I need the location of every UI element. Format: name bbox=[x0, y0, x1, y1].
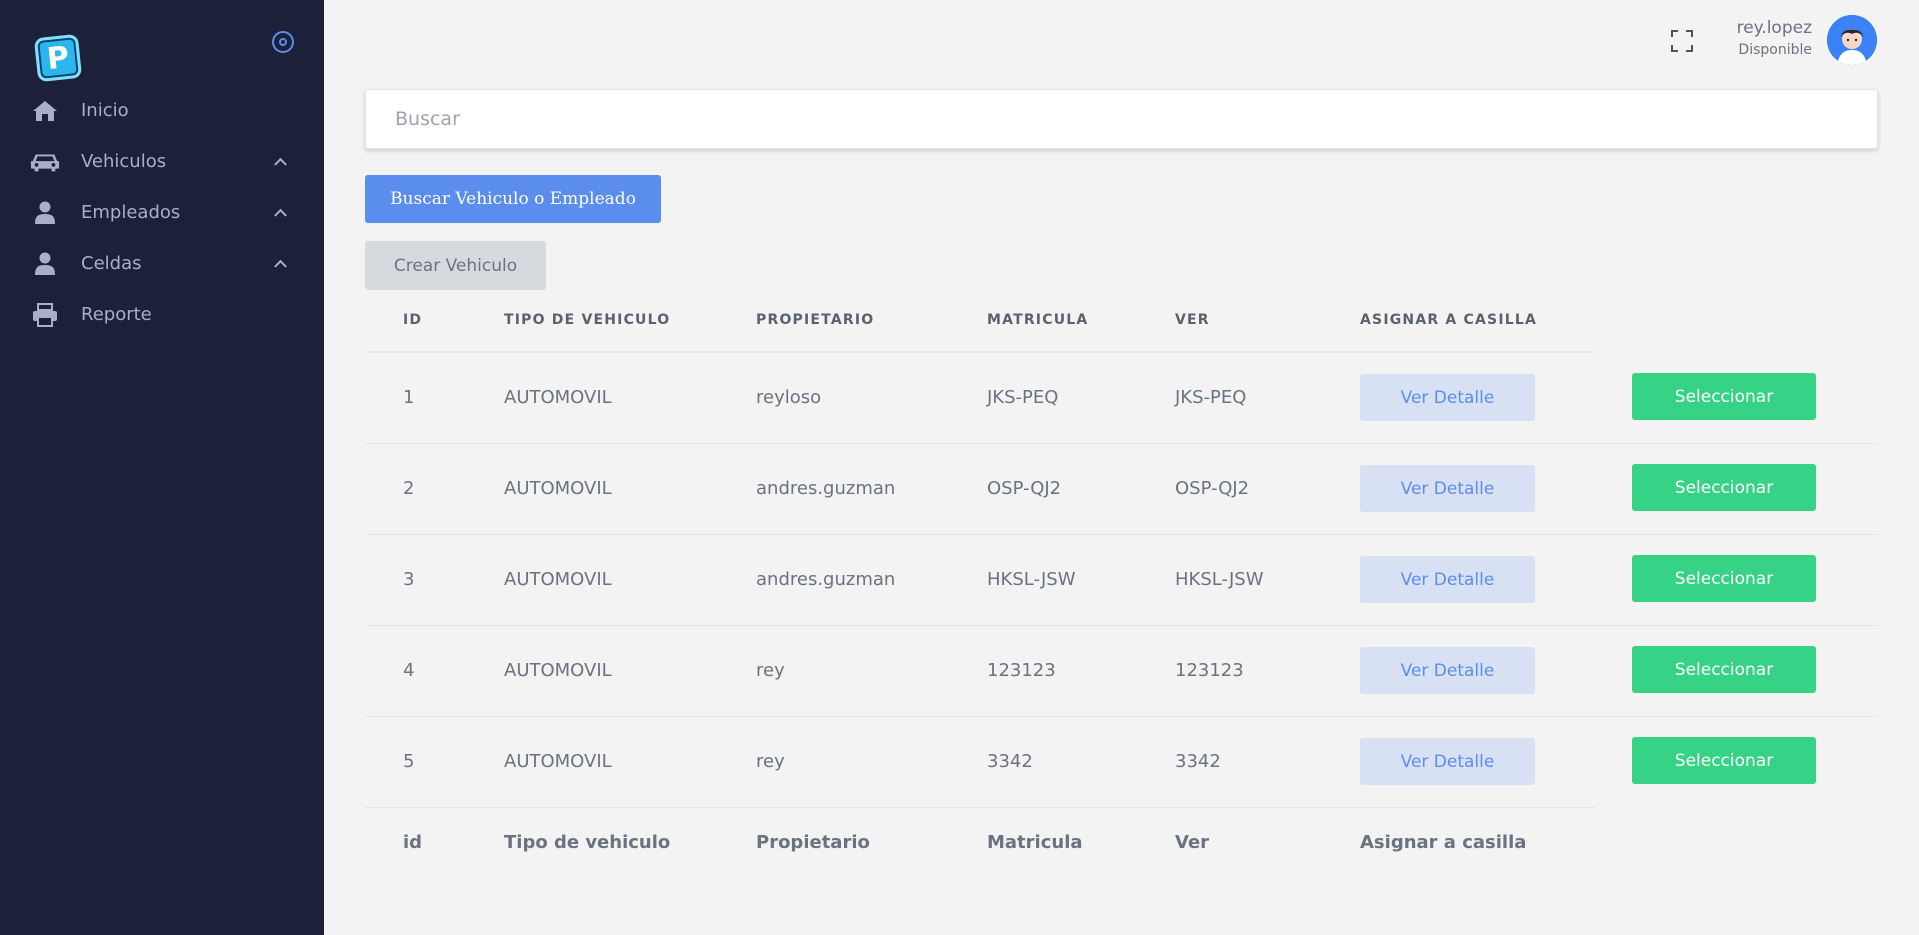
sidebar-item-reporte[interactable]: Reporte bbox=[0, 289, 324, 340]
cell-ver: OSP-QJ2 bbox=[1175, 478, 1250, 499]
create-vehicle-button[interactable]: Crear Vehiculo bbox=[365, 241, 546, 290]
sidebar: P Inicio Vehiculos Empleados Celdas Repo… bbox=[0, 0, 324, 935]
cell-propietario: reyloso bbox=[756, 387, 822, 408]
vehicles-table: ID TIPO DE VEHICULO PROPIETARIO MATRICUL… bbox=[365, 290, 1878, 878]
select-button[interactable]: Seleccionar bbox=[1632, 555, 1816, 602]
cell-id: 3 bbox=[403, 569, 415, 590]
user-icon bbox=[30, 201, 60, 225]
sidebar-item-label: Inicio bbox=[81, 100, 129, 121]
table-row: 5 AUTOMOVIL rey 3342 3342 Ver Detalle Se… bbox=[365, 717, 1816, 808]
cell-id: 4 bbox=[403, 660, 415, 681]
cell-tipo: AUTOMOVIL bbox=[504, 387, 612, 408]
column-footer-tipo: Tipo de vehiculo bbox=[504, 832, 671, 853]
column-footer-matricula: Matricula bbox=[987, 832, 1083, 853]
sidebar-item-vehiculos[interactable]: Vehiculos bbox=[0, 136, 324, 187]
printer-icon bbox=[30, 302, 60, 327]
search-box bbox=[365, 89, 1878, 149]
view-detail-button[interactable]: Ver Detalle bbox=[1360, 374, 1535, 421]
cell-tipo: AUTOMOVIL bbox=[504, 569, 612, 590]
select-button[interactable]: Seleccionar bbox=[1632, 464, 1816, 511]
cell-propietario: rey bbox=[756, 751, 785, 772]
app-logo[interactable]: P bbox=[33, 33, 83, 83]
search-vehicle-employee-button[interactable]: Buscar Vehiculo o Empleado bbox=[365, 175, 661, 223]
search-input[interactable] bbox=[366, 90, 1877, 148]
select-button[interactable]: Seleccionar bbox=[1632, 646, 1816, 693]
column-header-propietario: PROPIETARIO bbox=[756, 312, 875, 328]
sidebar-item-celdas[interactable]: Celdas bbox=[0, 238, 324, 289]
chevron-up-icon bbox=[274, 208, 287, 222]
select-button[interactable]: Seleccionar bbox=[1632, 373, 1816, 420]
cell-id: 5 bbox=[403, 751, 415, 772]
sidebar-item-label: Empleados bbox=[81, 202, 181, 223]
cell-id: 1 bbox=[403, 387, 415, 408]
sidebar-item-empleados[interactable]: Empleados bbox=[0, 187, 324, 238]
column-header-ver: VER bbox=[1175, 312, 1210, 328]
home-icon bbox=[30, 99, 60, 123]
cell-ver: 3342 bbox=[1175, 751, 1221, 772]
column-footer-asignar: Asignar a casilla bbox=[1360, 832, 1527, 853]
cell-propietario: rey bbox=[756, 660, 785, 681]
sidebar-item-label: Celdas bbox=[81, 253, 142, 274]
car-icon bbox=[30, 150, 60, 174]
chevron-up-icon bbox=[274, 259, 287, 273]
cell-propietario: andres.guzman bbox=[756, 569, 896, 590]
column-footer-ver: Ver bbox=[1175, 832, 1210, 853]
sidebar-toggle-icon[interactable] bbox=[272, 31, 294, 53]
fullscreen-icon[interactable] bbox=[1671, 30, 1693, 52]
cell-id: 2 bbox=[403, 478, 415, 499]
cell-ver: HKSL-JSW bbox=[1175, 569, 1264, 590]
user-status: Disponible bbox=[1738, 42, 1812, 58]
view-detail-button[interactable]: Ver Detalle bbox=[1360, 465, 1535, 512]
sidebar-item-label: Vehiculos bbox=[81, 151, 167, 172]
select-button[interactable]: Seleccionar bbox=[1632, 737, 1816, 784]
cell-matricula: HKSL-JSW bbox=[987, 569, 1076, 590]
view-detail-button[interactable]: Ver Detalle bbox=[1360, 738, 1535, 785]
column-header-tipo: TIPO DE VEHICULO bbox=[504, 312, 671, 328]
avatar[interactable] bbox=[1827, 15, 1877, 65]
logo-letter: P bbox=[45, 39, 71, 77]
table-row: 4 AUTOMOVIL rey 123123 123123 Ver Detall… bbox=[365, 626, 1878, 717]
table-footer: id Tipo de vehiculo Propietario Matricul… bbox=[365, 808, 1878, 878]
cell-tipo: AUTOMOVIL bbox=[504, 751, 612, 772]
table-row: 3 AUTOMOVIL andres.guzman HKSL-JSW HKSL-… bbox=[365, 535, 1878, 626]
view-detail-button[interactable]: Ver Detalle bbox=[1360, 647, 1535, 694]
table-header: ID TIPO DE VEHICULO PROPIETARIO MATRICUL… bbox=[365, 290, 1595, 353]
user-name: rey.lopez bbox=[1736, 18, 1812, 38]
column-footer-propietario: Propietario bbox=[756, 832, 870, 853]
sidebar-item-label: Reporte bbox=[81, 304, 152, 325]
cell-tipo: AUTOMOVIL bbox=[504, 478, 612, 499]
cell-tipo: AUTOMOVIL bbox=[504, 660, 612, 681]
cell-propietario: andres.guzman bbox=[756, 478, 896, 499]
sidebar-nav: Inicio Vehiculos Empleados Celdas Report… bbox=[0, 85, 324, 340]
column-header-id: ID bbox=[403, 312, 423, 328]
cell-matricula: JKS-PEQ bbox=[987, 387, 1059, 408]
view-detail-button[interactable]: Ver Detalle bbox=[1360, 556, 1535, 603]
column-footer-id: id bbox=[403, 832, 423, 853]
cell-matricula: 123123 bbox=[987, 660, 1056, 681]
cell-ver: 123123 bbox=[1175, 660, 1244, 681]
cell-matricula: OSP-QJ2 bbox=[987, 478, 1062, 499]
table-row: 2 AUTOMOVIL andres.guzman OSP-QJ2 OSP-QJ… bbox=[365, 444, 1878, 535]
table-row: 1 AUTOMOVIL reyloso JKS-PEQ JKS-PEQ Ver … bbox=[365, 353, 1878, 444]
sidebar-item-inicio[interactable]: Inicio bbox=[0, 85, 324, 136]
cell-ver: JKS-PEQ bbox=[1175, 387, 1247, 408]
chevron-up-icon bbox=[274, 157, 287, 171]
column-header-asignar: ASIGNAR A CASILLA bbox=[1360, 312, 1538, 328]
cell-matricula: 3342 bbox=[987, 751, 1033, 772]
column-header-matricula: MATRICULA bbox=[987, 312, 1089, 328]
user-icon bbox=[30, 252, 60, 276]
